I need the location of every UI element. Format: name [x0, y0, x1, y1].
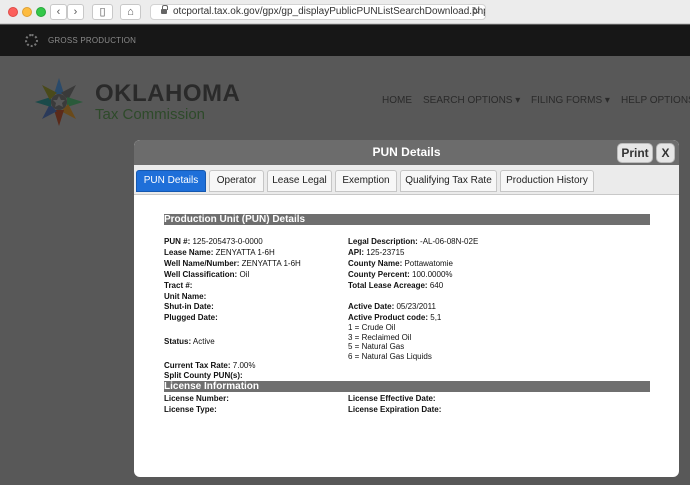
field-county-name: County Name: Pottawatomie — [348, 259, 453, 268]
field-license-number: License Number: — [164, 394, 229, 403]
menu-home[interactable]: HOME — [382, 95, 412, 106]
oklahoma-star-logo-icon[interactable] — [33, 76, 85, 128]
tab-qualifying-tax-rate[interactable]: Qualifying Tax Rate — [400, 170, 497, 192]
forward-button[interactable]: › — [67, 4, 84, 20]
product-code-item: 6 = Natural Gas Liquids — [348, 351, 432, 361]
tab-lease-legal[interactable]: Lease Legal — [267, 170, 332, 192]
field-total-lease-acreage: Total Lease Acreage: 640 — [348, 281, 444, 290]
field-current-tax-rate: Current Tax Rate: 7.00% — [164, 361, 256, 370]
field-plugged-date: Plugged Date: — [164, 313, 218, 322]
field-api: API: 125-23715 — [348, 248, 405, 257]
field-active-date: Active Date: 05/23/2011 — [348, 302, 436, 311]
reload-icon[interactable]: ↻ — [472, 5, 480, 19]
sidebar-toggle-button[interactable]: ▯ — [92, 4, 113, 20]
lock-icon — [161, 5, 168, 15]
close-button[interactable]: X — [656, 143, 675, 163]
window-close-button[interactable] — [8, 7, 18, 17]
topbar-logo-icon — [25, 34, 38, 47]
menu-filing-forms[interactable]: FILING FORMS ▾ — [531, 95, 610, 106]
pun-details-modal: PUN Details Print X PUN Details Operator… — [134, 140, 679, 477]
modal-title: PUN Details — [372, 145, 441, 159]
window-maximize-button[interactable] — [36, 7, 46, 17]
field-well-classification: Well Classification: Oil — [164, 270, 250, 279]
product-code-item: 1 = Crude Oil — [348, 323, 396, 332]
tab-operator[interactable]: Operator — [209, 170, 264, 192]
topbar-title[interactable]: GROSS PRODUCTION — [48, 36, 136, 45]
sidebar-icon: ▯ — [99, 6, 106, 18]
chevron-right-icon: › — [73, 6, 78, 18]
field-county-percent: County Percent: 100.0000% — [348, 270, 453, 279]
field-license-effective-date: License Effective Date: — [348, 394, 436, 403]
field-lease-name: Lease Name: ZENYATTA 1-6H — [164, 248, 275, 257]
browser-toolbar: ‹ › ▯ ⌂ otcportal.tax.ok.gov/gpx/gp_disp… — [0, 0, 690, 24]
chevron-left-icon: ‹ — [56, 6, 61, 18]
logo-title: OKLAHOMA — [95, 80, 241, 107]
product-code-item: 5 = Natural Gas — [348, 342, 405, 351]
field-tract-number: Tract #: — [164, 281, 193, 290]
field-well-name: Well Name/Number: ZENYATTA 1-6H — [164, 259, 301, 268]
home-button[interactable]: ⌂ — [120, 4, 141, 20]
print-button[interactable]: Print — [617, 143, 653, 163]
tab-exemption[interactable]: Exemption — [335, 170, 397, 192]
back-button[interactable]: ‹ — [50, 4, 67, 20]
product-code-legend: 1 = Crude Oil 3 = Reclaimed Oil 5 = Natu… — [348, 323, 432, 361]
field-split-county-puns: Split County PUN(s): — [164, 371, 243, 380]
field-unit-name: Unit Name: — [164, 292, 207, 301]
field-legal-description: Legal Description: -AL-06-08N-02E — [348, 237, 479, 246]
window-minimize-button[interactable] — [22, 7, 32, 17]
section-license-header: License Information — [164, 381, 650, 392]
field-status: Status: Active — [164, 337, 215, 346]
menu-help-options[interactable]: HELP OPTIONS — [621, 95, 690, 106]
logo-subtitle: Tax Commission — [95, 106, 206, 123]
site-topbar: GROSS PRODUCTION — [0, 25, 690, 56]
address-bar[interactable]: otcportal.tax.ok.gov/gpx/gp_displayPubli… — [150, 4, 486, 20]
field-active-product-code: Active Product code: 5,1 — [348, 313, 442, 322]
tab-production-history[interactable]: Production History — [500, 170, 594, 192]
modal-header: PUN Details Print X — [134, 140, 679, 165]
section-pun-details-header: Production Unit (PUN) Details — [164, 214, 650, 225]
menu-search-options[interactable]: SEARCH OPTIONS ▾ — [423, 95, 520, 106]
field-license-expiration-date: License Expiration Date: — [348, 405, 442, 414]
tab-pun-details[interactable]: PUN Details — [136, 170, 206, 192]
url-text: otcportal.tax.ok.gov/gpx/gp_displayPubli… — [173, 6, 486, 17]
home-icon: ⌂ — [127, 6, 134, 18]
tab-bar: PUN Details Operator Lease Legal Exempti… — [134, 165, 679, 195]
product-code-item: 3 = Reclaimed Oil — [348, 332, 412, 342]
field-shut-in-date: Shut-in Date: — [164, 302, 214, 311]
field-license-type: License Type: — [164, 405, 217, 414]
field-pun-number: PUN #: 125-205473-0-0000 — [164, 237, 263, 246]
site-header: OKLAHOMA Tax Commission HOME SEARCH OPTI… — [0, 56, 690, 146]
